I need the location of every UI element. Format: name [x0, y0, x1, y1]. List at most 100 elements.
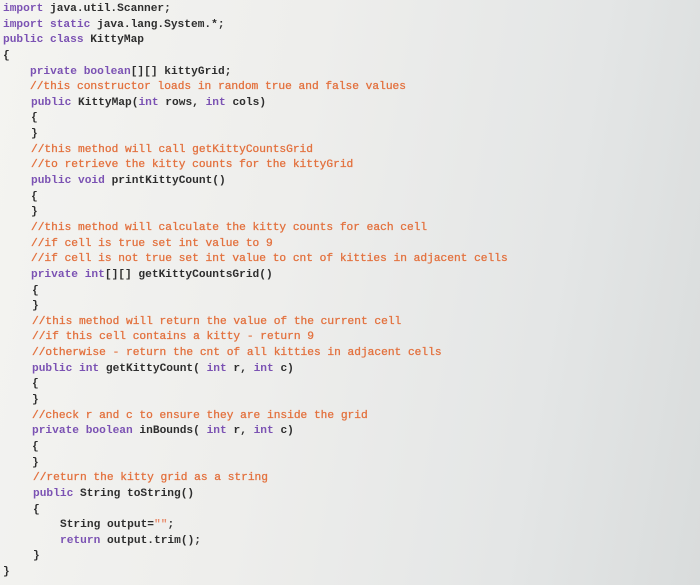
code-token: r,	[226, 362, 254, 375]
code-token: }	[33, 550, 40, 563]
keyword-token: int	[138, 96, 159, 109]
code-line: }	[3, 456, 508, 472]
code-token: {	[32, 284, 39, 297]
code-line: //return the kitty grid as a string	[3, 471, 508, 487]
code-token: c)	[273, 425, 294, 438]
code-line: public class KittyMap	[3, 33, 508, 49]
code-token: getKittyCount(	[99, 362, 207, 375]
code-token: }	[32, 300, 39, 313]
code-token: }	[31, 128, 38, 141]
code-token: KittyMap	[83, 34, 145, 47]
code-token: printKittyCount()	[104, 175, 226, 188]
comment-token: //otherwise - return the cnt of all kitt…	[32, 347, 442, 360]
code-token: }	[3, 566, 10, 579]
keyword-token: int	[253, 425, 274, 438]
code-token: output.trim();	[100, 534, 202, 547]
code-line: private int[][] getKittyCountsGrid()	[3, 268, 508, 284]
code-line: }	[3, 549, 508, 565]
keyword-token: import	[3, 3, 44, 15]
code-line: {	[3, 503, 508, 519]
keyword-token: int	[253, 362, 274, 375]
code-token: ;	[167, 519, 175, 532]
code-token: rows,	[158, 96, 206, 109]
code-token: java.lang.System.*;	[90, 18, 225, 31]
code-token: }	[32, 394, 39, 407]
code-token: inBounds(	[132, 425, 207, 438]
code-line: //otherwise - return the cnt of all kitt…	[3, 346, 508, 362]
code-token: {	[33, 503, 40, 516]
code-token: c)	[273, 362, 294, 375]
keyword-token: public	[31, 96, 72, 109]
code-token: String output=	[60, 519, 154, 532]
comment-token: //this constructor loads in random true …	[30, 81, 406, 94]
code-token: }	[32, 456, 39, 469]
keyword-token: import static	[3, 18, 91, 31]
code-token: {	[32, 378, 39, 391]
code-token: {	[31, 190, 38, 203]
comment-token: //if cell is not true set int value to c…	[31, 253, 508, 266]
code-line: private boolean inBounds( int r, int c)	[3, 424, 508, 440]
keyword-token: int	[206, 425, 227, 438]
code-line: import java.util.Scanner;	[3, 2, 508, 18]
code-token: KittyMap(	[71, 96, 139, 109]
code-token: String toString()	[73, 487, 195, 500]
code-token: }	[31, 206, 38, 219]
code-line: public KittyMap(int rows, int cols)	[3, 96, 508, 112]
code-line: //if this cell contains a kitty - return…	[3, 330, 508, 346]
keyword-token: return	[60, 534, 101, 547]
code-line: //this method will calculate the kitty c…	[3, 221, 508, 237]
code-line: //check r and c to ensure they are insid…	[3, 409, 508, 425]
code-line: {	[3, 111, 508, 127]
comment-token: //if cell is true set int value to 9	[31, 237, 273, 250]
code-line: {	[3, 49, 508, 65]
code-token: [][] kittyGrid;	[130, 65, 232, 78]
code-token: {	[3, 49, 10, 62]
code-line: //this method will return the value of t…	[3, 315, 508, 331]
keyword-token: private int	[31, 268, 105, 281]
code-token: java.util.Scanner;	[43, 3, 171, 15]
code-line: String output="";	[3, 518, 508, 534]
code-line: return output.trim();	[3, 534, 508, 550]
code-line: {	[3, 284, 508, 300]
code-token: {	[31, 112, 38, 125]
comment-token: //return the kitty grid as a string	[33, 472, 268, 485]
comment-token: //this method will return the value of t…	[32, 315, 402, 328]
keyword-token: private boolean	[30, 65, 131, 78]
code-line: //to retrieve the kitty counts for the k…	[3, 158, 508, 174]
comment-token: //if this cell contains a kitty - return…	[32, 331, 314, 344]
code-line: public String toString()	[3, 487, 508, 503]
string-literal-token: ""	[154, 519, 168, 532]
code-line: }	[3, 127, 508, 143]
code-line: {	[3, 377, 508, 393]
code-line: }	[3, 393, 508, 409]
code-line: {	[3, 440, 508, 456]
code-line: //this constructor loads in random true …	[3, 80, 508, 96]
keyword-token: int	[206, 362, 227, 375]
code-line: }	[3, 299, 508, 315]
code-line: //this method will call getKittyCountsGr…	[3, 143, 508, 159]
keyword-token: public int	[32, 362, 100, 375]
code-line: {	[3, 190, 508, 206]
code-line: public int getKittyCount( int r, int c)	[3, 362, 508, 378]
code-token: cols)	[225, 96, 267, 109]
keyword-token: public void	[31, 175, 105, 188]
comment-token: //check r and c to ensure they are insid…	[32, 409, 368, 422]
code-line: //if cell is true set int value to 9	[3, 237, 508, 253]
code-line: import static java.lang.System.*;	[3, 18, 508, 34]
keyword-token: public	[33, 487, 74, 500]
code-line: //if cell is not true set int value to c…	[3, 252, 508, 268]
comment-token: //this method will calculate the kitty c…	[31, 221, 428, 234]
code-token: r,	[226, 425, 254, 438]
code-line: public void printKittyCount()	[3, 174, 508, 190]
code-token: {	[32, 440, 39, 453]
keyword-token: int	[205, 96, 226, 109]
code-listing: import java.util.Scanner; import static j…	[3, 2, 508, 581]
keyword-token: public class	[3, 34, 84, 47]
keyword-token: private boolean	[32, 425, 133, 438]
code-line: }	[3, 565, 508, 581]
code-line: }	[3, 205, 508, 221]
code-token: [][] getKittyCountsGrid()	[104, 268, 273, 281]
comment-token: //to retrieve the kitty counts for the k…	[31, 159, 354, 172]
comment-token: //this method will call getKittyCountsGr…	[31, 143, 313, 156]
code-line: private boolean[][] kittyGrid;	[3, 65, 508, 81]
